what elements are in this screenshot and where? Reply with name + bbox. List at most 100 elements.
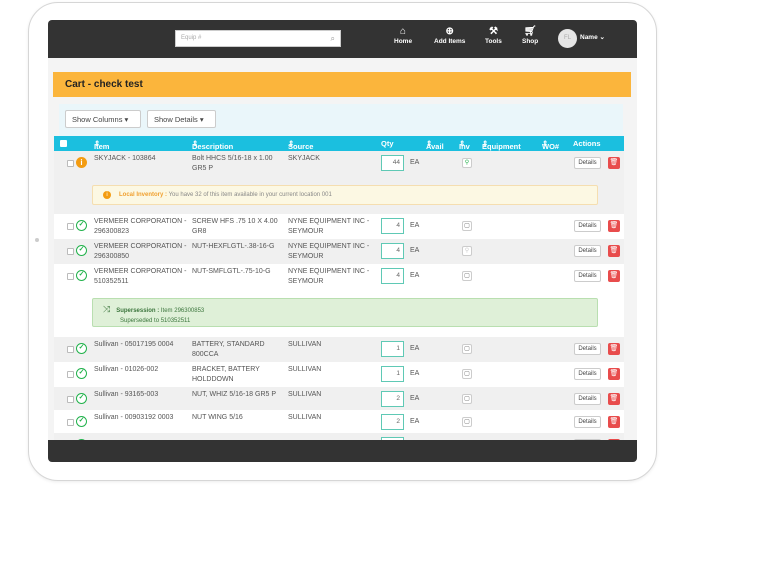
col-label: Item	[94, 142, 110, 151]
qty-input[interactable]: 1	[381, 341, 404, 357]
details-button[interactable]: Details	[574, 270, 601, 282]
qty-input[interactable]: 44	[381, 155, 404, 171]
qty-input[interactable]: 2	[381, 414, 404, 430]
item-name[interactable]: Sullivan - 01026-002	[94, 365, 188, 375]
trash-icon[interactable]: 🗑︎	[608, 220, 620, 232]
details-button[interactable]: Details	[574, 368, 601, 380]
item-name[interactable]: VERMEER CORPORATION - 510352511	[94, 267, 188, 287]
row-checkbox[interactable]	[67, 371, 74, 378]
check-circle-icon: ✓	[76, 270, 87, 281]
details-button[interactable]: Details	[574, 416, 601, 428]
details-button[interactable]: Details	[574, 157, 601, 169]
col-description[interactable]: Description ⇕	[192, 139, 233, 151]
tablet-home-indicator	[35, 238, 39, 242]
qty-input[interactable]: 4	[381, 218, 404, 234]
equip-search-input[interactable]: Equip # ⌕	[175, 30, 341, 47]
col-actions: Actions	[573, 139, 601, 148]
item-name[interactable]: Sullivan - 93165-003	[94, 390, 188, 400]
inventory-box-icon[interactable]: ▢	[462, 344, 472, 354]
details-button[interactable]: Details	[574, 220, 601, 232]
item-name[interactable]: VERMEER CORPORATION - 296300823	[94, 217, 188, 237]
trash-icon[interactable]: 🗑︎	[608, 270, 620, 282]
item-source: SKYJACK	[288, 155, 320, 162]
top-nav-bar: Equip # ⌕ ⌂ Home ⊕ Add Items ⚒ Tools 🛒︎ Shop …	[48, 20, 637, 58]
col-inv[interactable]: Inv ⇕	[459, 139, 470, 151]
unit: EA	[410, 222, 420, 229]
col-label: WO#	[542, 142, 560, 151]
check-circle-icon: ✓	[76, 416, 87, 427]
col-avail[interactable]: Avail ⇕	[426, 139, 444, 151]
row-checkbox[interactable]	[67, 248, 74, 255]
details-button[interactable]: Details	[574, 245, 601, 257]
row-checkbox[interactable]	[67, 223, 74, 230]
location-pin-icon[interactable]: ⚲	[462, 246, 472, 256]
location-pin-icon[interactable]: ⚲	[462, 158, 472, 168]
inventory-box-icon[interactable]: ▢	[462, 394, 472, 404]
supersession-alert: ⤨ Supersession : Item 296300853 Superseded…	[92, 298, 598, 327]
col-wo[interactable]: WO# ⇕	[542, 139, 559, 151]
item-name[interactable]: VERMEER CORPORATION - 296300850	[94, 242, 188, 262]
col-label: Avail	[426, 142, 444, 151]
user-name: Name	[580, 34, 598, 41]
item-source: NYNE EQUIPMENT INC - SEYMOUR	[288, 268, 370, 285]
nav-tools[interactable]: ⚒ Tools	[485, 26, 502, 45]
user-menu[interactable]: Name ⌄	[580, 33, 605, 41]
row-checkbox[interactable]	[67, 160, 74, 167]
inventory-box-icon[interactable]: ▢	[462, 271, 472, 281]
item-description: NUT-SMFLGTL-.75-10-G	[192, 268, 271, 275]
trash-icon[interactable]: 🗑︎	[608, 157, 620, 169]
item-name[interactable]: Sullivan - 05017195 0004	[94, 340, 188, 350]
nav-home[interactable]: ⌂ Home	[394, 26, 412, 45]
show-columns-button[interactable]: Show Columns ▾	[65, 110, 141, 128]
item-description: NUT WING 5/16	[192, 414, 243, 421]
button-label: Show Details	[154, 115, 198, 124]
item-name[interactable]: SKYJACK - 103864	[94, 154, 188, 164]
trash-icon[interactable]: 🗑︎	[608, 245, 620, 257]
alert-text: Item 296300853	[160, 308, 205, 314]
row-checkbox[interactable]	[67, 419, 74, 426]
table-row: ✓ Sullivan - 05017195 0004 BATTERY, STAN…	[54, 337, 624, 362]
col-item[interactable]: Item ⇕	[94, 139, 109, 151]
inventory-box-icon[interactable]: ▢	[462, 417, 472, 427]
row-checkbox[interactable]	[67, 273, 74, 280]
qty-input[interactable]: 4	[381, 243, 404, 259]
item-name[interactable]: Sullivan - 00903192 0003	[94, 413, 188, 423]
qty-input[interactable]: 4	[381, 268, 404, 284]
details-button[interactable]: Details	[574, 393, 601, 405]
check-circle-icon: ✓	[76, 343, 87, 354]
col-label: Description	[192, 142, 234, 151]
qty-input[interactable]: 2	[381, 391, 404, 407]
show-details-button[interactable]: Show Details ▾	[147, 110, 216, 128]
unit: EA	[410, 159, 420, 166]
trash-icon[interactable]: 🗑︎	[608, 368, 620, 380]
nav-label: Shop	[522, 38, 539, 45]
trash-icon[interactable]: 🗑︎	[608, 416, 620, 428]
avatar[interactable]: FL	[558, 29, 577, 48]
details-button[interactable]: Details	[574, 343, 601, 355]
item-source: SULLIVAN	[288, 366, 322, 373]
trash-icon[interactable]: 🗑︎	[608, 343, 620, 355]
col-label: Inv	[459, 142, 470, 151]
row-checkbox[interactable]	[67, 396, 74, 403]
col-source[interactable]: Source ⇕	[288, 139, 313, 151]
check-circle-icon: ✓	[76, 368, 87, 379]
trash-icon[interactable]: 🗑︎	[608, 393, 620, 405]
item-description: SCREW HFS .75 10 X 4.00 GR8	[192, 218, 278, 235]
unit: EA	[410, 370, 420, 377]
select-all-checkbox[interactable]	[60, 140, 67, 147]
item-description: BRACKET, BATTERY HOLDDOWN	[192, 366, 260, 383]
alert-label: Local Inventory :	[119, 192, 168, 198]
page-title: Cart - check test	[53, 72, 631, 97]
col-equipment[interactable]: Equipment # ⇕	[482, 139, 521, 160]
nav-add-items[interactable]: ⊕ Add Items	[434, 26, 465, 45]
qty-input[interactable]: 1	[381, 366, 404, 382]
row-checkbox[interactable]	[67, 346, 74, 353]
table-row: ✓ VERMEER CORPORATION - 296300850 NUT-HE…	[54, 239, 624, 264]
footer-bar	[48, 440, 637, 462]
inventory-box-icon[interactable]: ▢	[462, 221, 472, 231]
inventory-box-icon[interactable]: ▢	[462, 369, 472, 379]
alert-text-2: Superseded to 510352511	[120, 318, 191, 324]
unit: EA	[410, 418, 420, 425]
search-icon[interactable]: ⌕	[331, 34, 335, 44]
nav-shop[interactable]: 🛒︎ Shop	[522, 26, 538, 45]
